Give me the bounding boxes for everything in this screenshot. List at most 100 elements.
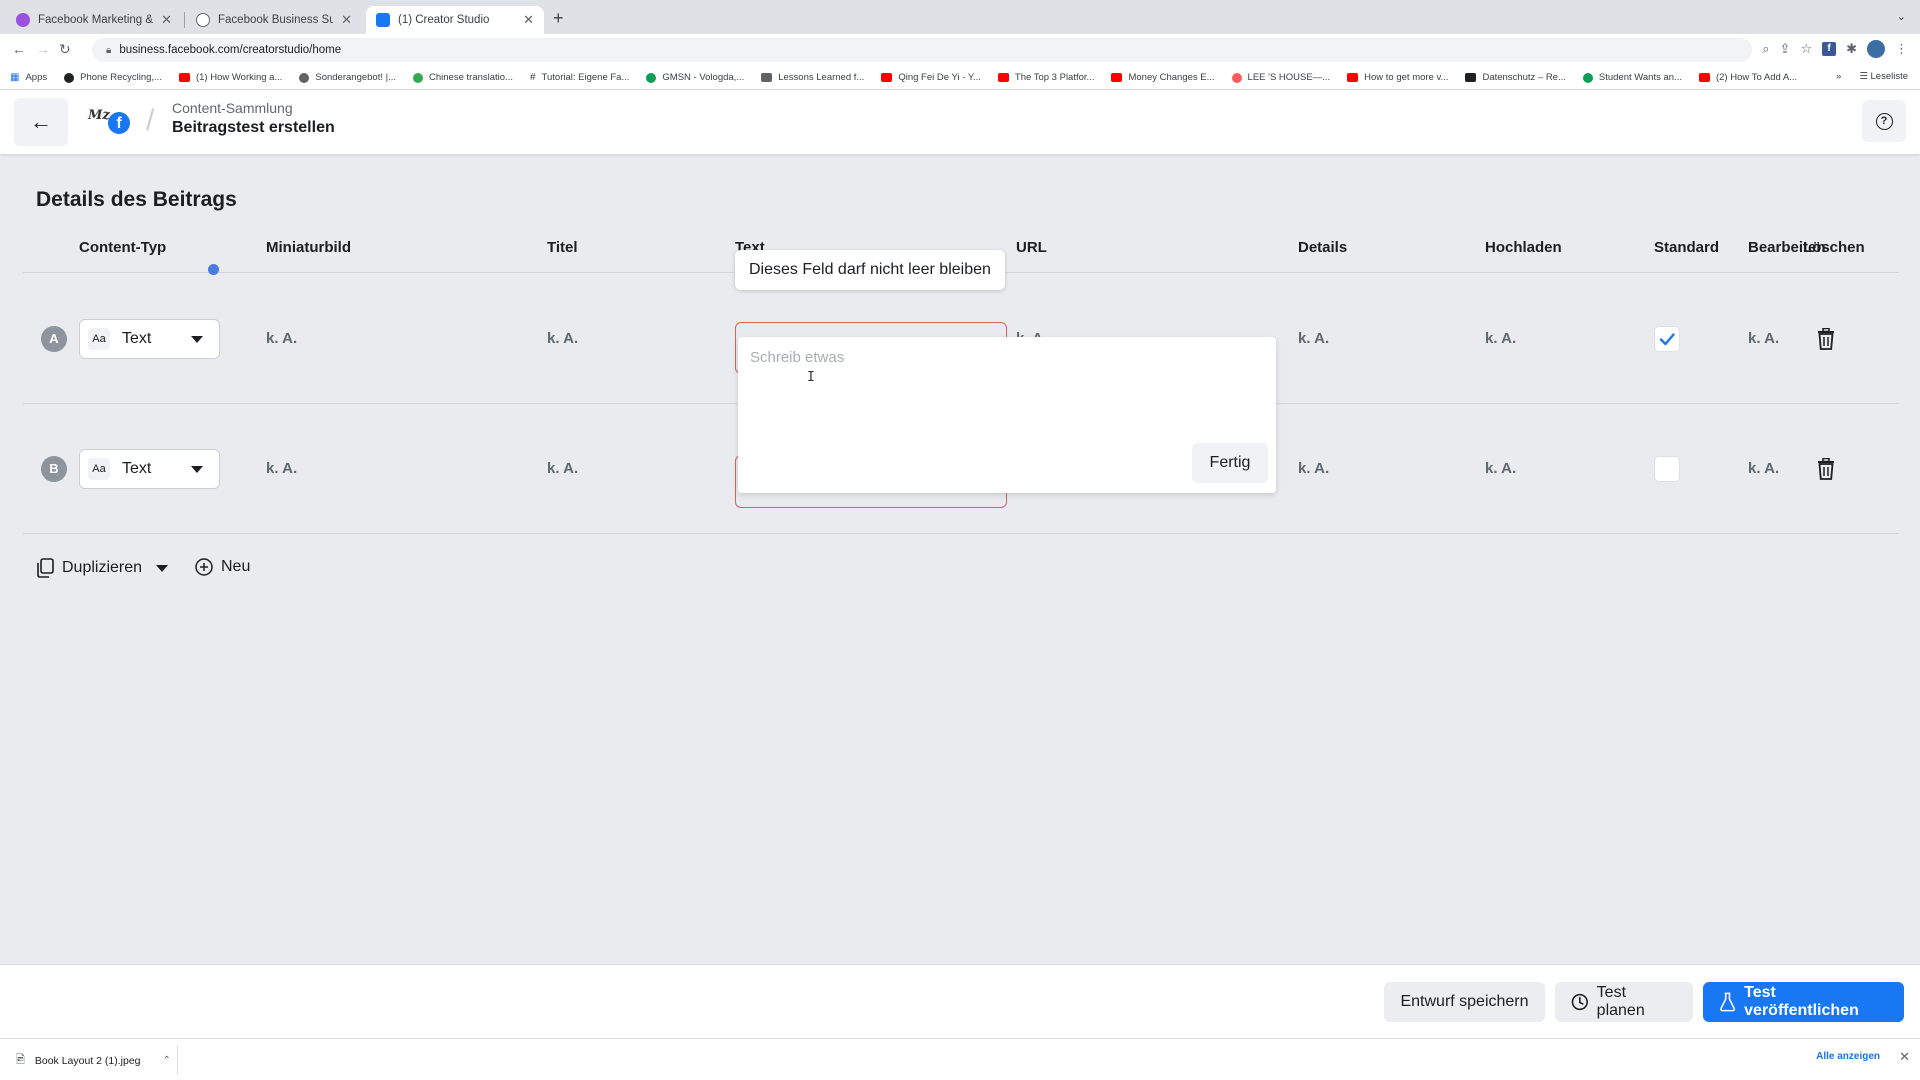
upload-cell: k. A.: [1485, 330, 1517, 347]
bookmark-favicon-icon: [413, 72, 424, 83]
bookmark-item[interactable]: GMSN - Vologda,...: [646, 72, 744, 83]
close-download-bar-icon[interactable]: ✕: [1899, 1049, 1910, 1065]
address-bar: ← → ↻ 🔒︎ business.facebook.com/creatorst…: [0, 34, 1920, 66]
download-divider: [177, 1045, 178, 1075]
chevron-up-icon[interactable]: ⌃: [163, 1055, 171, 1066]
caret-down-icon: [191, 335, 203, 343]
bookmark-favicon-icon: [1582, 72, 1593, 83]
download-item[interactable]: 🖻 Book Layout 2 (1).jpeg ⌃: [16, 1051, 171, 1070]
row-badge-b: B: [41, 456, 67, 482]
bookmark-label: Qing Fei De Yi - Y...: [898, 72, 981, 83]
thumbnail-cell: k. A.: [266, 330, 298, 347]
bookmark-label: Lessons Learned f...: [778, 72, 865, 83]
tab-search-chevron-icon[interactable]: ⌄: [1897, 10, 1906, 23]
bookmark-item[interactable]: Lessons Learned f...: [761, 72, 864, 83]
text-editor-popup: I Fertig: [738, 337, 1276, 493]
bookmark-label: Datenschutz – Re...: [1482, 72, 1566, 83]
new-button[interactable]: Neu: [195, 558, 250, 576]
bookmark-item[interactable]: LEE 'S HOUSE—...: [1231, 72, 1330, 83]
content-type-select-b[interactable]: Aa Text: [79, 449, 220, 489]
content-type-value: Text: [122, 460, 152, 477]
bookmark-item[interactable]: Phone Recycling,...: [64, 72, 162, 83]
reading-list-button[interactable]: ☰ Leseliste: [1859, 71, 1908, 82]
default-checkbox-b[interactable]: [1654, 456, 1680, 482]
upload-cell: k. A.: [1485, 460, 1517, 477]
bookmark-item[interactable]: Qing Fei De Yi - Y...: [881, 72, 981, 83]
tab-label: Facebook Business Suite: [218, 14, 334, 26]
browser-tab-bar: Facebook Marketing & Werbea... ✕ Faceboo…: [0, 0, 1920, 34]
title-cell: k. A.: [547, 330, 579, 347]
tab-divider: [184, 12, 185, 28]
save-draft-label: Entwurf speichern: [1400, 993, 1529, 1010]
close-tab-icon[interactable]: ✕: [161, 12, 172, 28]
column-header-upload: Hochladen: [1485, 239, 1562, 256]
close-tab-icon[interactable]: ✕: [341, 12, 352, 28]
column-header-thumbnail: Miniaturbild: [266, 239, 351, 256]
bookmark-label: Student Wants an...: [1598, 72, 1682, 83]
browser-tab-2[interactable]: Facebook Business Suite ✕: [186, 6, 362, 34]
more-bookmarks-button[interactable]: »: [1836, 71, 1841, 82]
details-cell: k. A.: [1298, 330, 1330, 347]
column-header-default: Standard: [1654, 239, 1720, 256]
bookmark-item[interactable]: (2) How To Add A...: [1698, 72, 1797, 83]
add-circle-icon: [195, 558, 213, 576]
schedule-test-button[interactable]: Test planen: [1555, 982, 1693, 1022]
column-resize-handle[interactable]: [208, 264, 219, 275]
text-type-icon: Aa: [88, 328, 110, 350]
bookmark-label: Apps: [25, 72, 48, 83]
bookmark-item[interactable]: Sonderangebot! |...: [299, 72, 396, 83]
bookmark-item[interactable]: The Top 3 Platfor...: [997, 72, 1094, 83]
bookmark-item[interactable]: (1) How Working a...: [178, 72, 282, 83]
column-header-delete: Löschen: [1803, 239, 1865, 256]
zoom-icon[interactable]: ⌕: [1762, 41, 1769, 57]
browser-menu-icon[interactable]: ⋮: [1895, 41, 1908, 57]
new-tab-plus-icon[interactable]: +: [553, 8, 564, 29]
caret-down-icon: [156, 564, 169, 572]
bookmark-item[interactable]: Chinese translatio...: [413, 72, 513, 83]
bookmark-item[interactable]: Datenschutz – Re...: [1465, 72, 1566, 83]
share-icon[interactable]: ⇪: [1780, 41, 1791, 57]
content-type-select-a[interactable]: Aa Text: [79, 319, 220, 359]
breadcrumb[interactable]: Content-Sammlung: [172, 100, 293, 116]
thumbnail-cell: k. A.: [266, 460, 298, 477]
bookmark-item[interactable]: Student Wants an...: [1582, 72, 1682, 83]
back-button[interactable]: ←: [14, 98, 68, 146]
close-tab-icon[interactable]: ✕: [523, 12, 534, 28]
url-field[interactable]: 🔒︎ business.facebook.com/creatorstudio/h…: [92, 38, 1752, 62]
trash-icon[interactable]: [1816, 458, 1836, 480]
done-button[interactable]: Fertig: [1192, 443, 1268, 483]
clock-icon: [1571, 993, 1588, 1011]
default-checkbox-a[interactable]: [1654, 326, 1680, 352]
bookmark-label: Money Changes E...: [1128, 72, 1215, 83]
download-bar: 🖻 Book Layout 2 (1).jpeg ⌃ Alle anzeigen…: [0, 1038, 1920, 1080]
extensions-puzzle-icon[interactable]: ✱: [1846, 41, 1857, 57]
post-text-input[interactable]: [750, 349, 1230, 429]
bookmark-item[interactable]: Money Changes E...: [1111, 72, 1215, 83]
save-draft-button[interactable]: Entwurf speichern: [1384, 982, 1545, 1022]
forward-arrow-icon[interactable]: →: [36, 41, 50, 57]
trash-icon[interactable]: [1816, 328, 1836, 350]
details-cell: k. A.: [1298, 460, 1330, 477]
bookmark-label: Phone Recycling,...: [80, 72, 162, 83]
bookmark-item[interactable]: # Tutorial: Eigene Fa...: [530, 72, 629, 83]
browser-tab-3-active[interactable]: (1) Creator Studio ✕: [366, 6, 544, 34]
help-button[interactable]: ?: [1862, 100, 1906, 142]
url-text: business.facebook.com/creatorstudio/home: [119, 44, 342, 56]
address-bar-actions: ⌕ ⇪ ☆ f ✱ ⋮: [1762, 40, 1908, 58]
profile-avatar[interactable]: [1867, 40, 1885, 58]
facebook-logo-icon: f: [108, 112, 130, 134]
bookmark-star-icon[interactable]: ☆: [1800, 41, 1812, 57]
bookmark-apps[interactable]: ▦ Apps: [10, 72, 47, 83]
browser-tab-1[interactable]: Facebook Marketing & Werbea... ✕: [6, 6, 182, 34]
back-arrow-icon[interactable]: ←: [12, 41, 26, 57]
bookmark-item[interactable]: How to get more v...: [1347, 72, 1448, 83]
facebook-extension-icon[interactable]: f: [1822, 42, 1837, 56]
column-header-content-type: Content-Typ: [79, 239, 167, 256]
help-icon: ?: [1875, 112, 1893, 130]
back-arrow-icon: ←: [30, 109, 52, 134]
show-all-downloads-link[interactable]: Alle anzeigen: [1816, 1051, 1880, 1062]
duplicate-button[interactable]: Duplizieren: [36, 558, 169, 578]
reload-icon[interactable]: ↻: [59, 41, 71, 58]
publish-test-button[interactable]: Test veröffentlichen: [1703, 982, 1904, 1022]
bookmarks-right: » ☰ Leseliste: [1836, 71, 1908, 82]
